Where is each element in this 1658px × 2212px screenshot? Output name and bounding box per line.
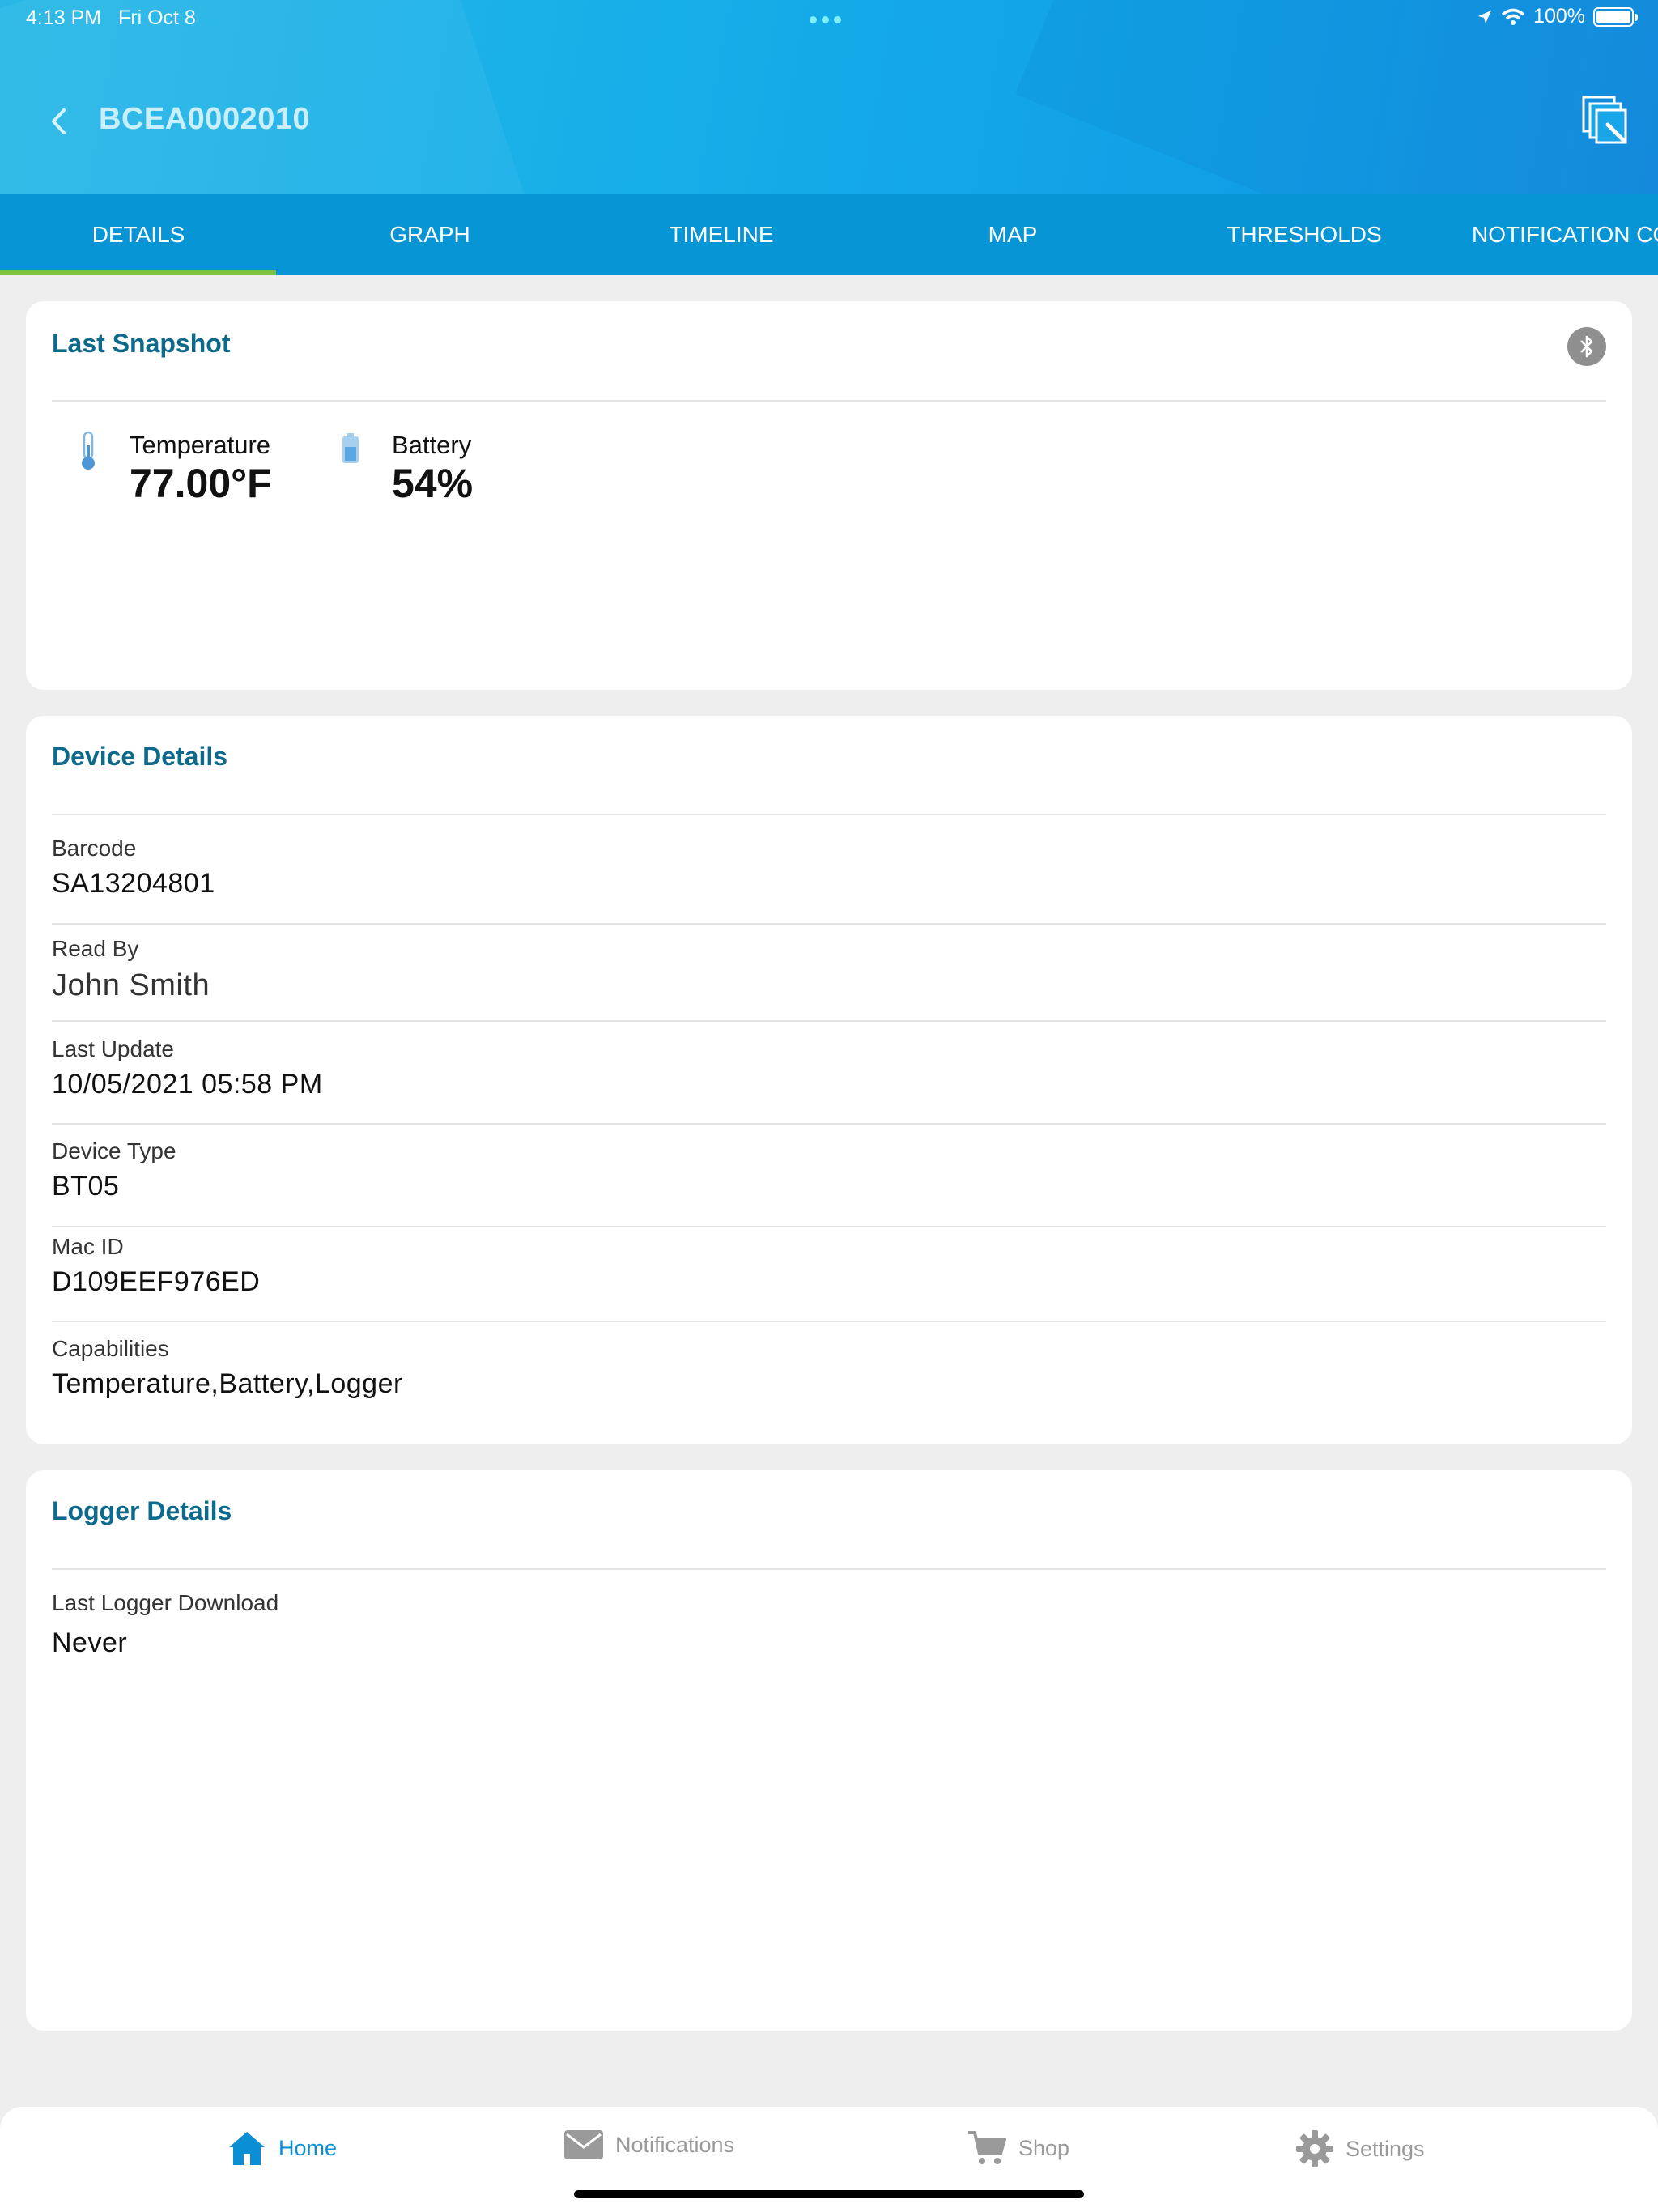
status-indicators: 100% bbox=[1477, 5, 1638, 28]
divider bbox=[52, 1321, 1606, 1322]
field-label: Mac ID bbox=[52, 1234, 124, 1259]
tab-graph[interactable]: GRAPH bbox=[291, 194, 568, 275]
back-button[interactable] bbox=[44, 104, 73, 139]
battery-percent: 100% bbox=[1533, 5, 1585, 28]
home-indicator[interactable] bbox=[574, 2190, 1084, 2198]
status-date: Fri Oct 8 bbox=[118, 6, 196, 29]
tab-thresholds[interactable]: THRESHOLDS bbox=[1166, 194, 1443, 275]
section-tabs: DETAILS GRAPH TIMELINE MAP THRESHOLDS NO… bbox=[0, 194, 1658, 275]
battery-label: Battery bbox=[392, 431, 472, 459]
multitasking-dots-icon[interactable] bbox=[810, 16, 841, 23]
logger-details-card: Logger Details Last Logger Download Neve… bbox=[26, 1470, 1632, 2031]
chevron-left-icon bbox=[52, 108, 66, 134]
capabilities-field: Capabilities Temperature,Battery,Logger bbox=[52, 1336, 1606, 1400]
home-icon bbox=[229, 2132, 265, 2165]
active-tab-indicator bbox=[0, 270, 276, 275]
temperature-label: Temperature bbox=[130, 431, 271, 459]
barcode-field: Barcode SA13204801 bbox=[52, 836, 1606, 900]
mac-id-field: Mac ID D109EEF976ED bbox=[52, 1234, 1606, 1298]
device-details-card: Device Details Barcode SA13204801 Read B… bbox=[26, 716, 1632, 1444]
temperature-value: 77.00°F bbox=[130, 461, 272, 506]
device-type-field: Device Type BT05 bbox=[52, 1138, 1606, 1202]
nav-label: Settings bbox=[1346, 2136, 1425, 2161]
field-value: BT05 bbox=[52, 1171, 120, 1202]
thermometer-icon bbox=[82, 431, 95, 470]
nav-label: Home bbox=[278, 2135, 338, 2160]
tab-map[interactable]: MAP bbox=[874, 194, 1151, 275]
tab-notification-contacts[interactable]: NOTIFICATION CONTACTS bbox=[1472, 194, 1658, 275]
card-title: Logger Details bbox=[52, 1496, 232, 1525]
bluetooth-button[interactable] bbox=[1567, 327, 1606, 366]
field-value: D109EEF976ED bbox=[52, 1266, 261, 1297]
wifi-icon bbox=[1501, 8, 1525, 25]
copy-edit-icon bbox=[1582, 96, 1627, 144]
app-header: 4:13 PM Fri Oct 8 100% BCEA0002010 bbox=[0, 0, 1658, 194]
nav-shop[interactable]: Shop bbox=[967, 2129, 1069, 2167]
field-label: Read By bbox=[52, 936, 139, 961]
field-label: Last Logger Download bbox=[52, 1590, 279, 1615]
field-label: Device Type bbox=[52, 1138, 176, 1163]
tab-timeline[interactable]: TIMELINE bbox=[583, 194, 860, 275]
field-value: Never bbox=[52, 1627, 128, 1658]
divider bbox=[52, 400, 1606, 402]
envelope-icon bbox=[564, 2130, 603, 2159]
last-update-field: Last Update 10/05/2021 05:58 PM bbox=[52, 1036, 1606, 1100]
location-arrow-icon bbox=[1478, 10, 1492, 23]
status-bar: 4:13 PM Fri Oct 8 100% bbox=[0, 0, 1658, 39]
gear-icon bbox=[1296, 2130, 1333, 2167]
nav-label: Notifications bbox=[615, 2132, 735, 2157]
battery-icon bbox=[1593, 6, 1638, 27]
field-label: Capabilities bbox=[52, 1336, 169, 1361]
nav-notifications[interactable]: Notifications bbox=[563, 2129, 734, 2160]
field-value: SA13204801 bbox=[52, 868, 215, 899]
field-label: Barcode bbox=[52, 836, 137, 861]
battery-level-icon bbox=[342, 433, 359, 463]
divider bbox=[52, 923, 1606, 925]
bluetooth-icon bbox=[1580, 335, 1593, 358]
card-title: Device Details bbox=[52, 742, 228, 771]
copy-edit-button[interactable] bbox=[1580, 96, 1630, 146]
last-snapshot-card: Last Snapshot Temperature 77.00°F Batter… bbox=[26, 301, 1632, 690]
divider bbox=[52, 1568, 1606, 1570]
divider bbox=[52, 814, 1606, 815]
tab-details[interactable]: DETAILS bbox=[0, 194, 277, 275]
field-value: 10/05/2021 05:58 PM bbox=[52, 1069, 323, 1100]
divider bbox=[52, 1226, 1606, 1227]
field-value: John Smith bbox=[52, 968, 210, 1002]
status-time: 4:13 PM bbox=[26, 6, 102, 29]
cart-icon bbox=[968, 2131, 1006, 2164]
divider bbox=[52, 1020, 1606, 1022]
nav-label: Shop bbox=[1018, 2135, 1070, 2160]
battery-value: 54% bbox=[392, 461, 474, 506]
field-value: Temperature,Battery,Logger bbox=[52, 1368, 403, 1399]
field-label: Last Update bbox=[52, 1036, 174, 1061]
nav-home[interactable]: Home bbox=[227, 2129, 337, 2167]
read-by-field: Read By John Smith bbox=[52, 936, 1606, 1003]
nav-settings[interactable]: Settings bbox=[1295, 2129, 1425, 2168]
divider bbox=[52, 1123, 1606, 1125]
card-title: Last Snapshot bbox=[52, 329, 231, 358]
page-title: BCEA0002010 bbox=[99, 102, 311, 136]
last-logger-download-field: Last Logger Download Never bbox=[52, 1590, 1606, 1659]
